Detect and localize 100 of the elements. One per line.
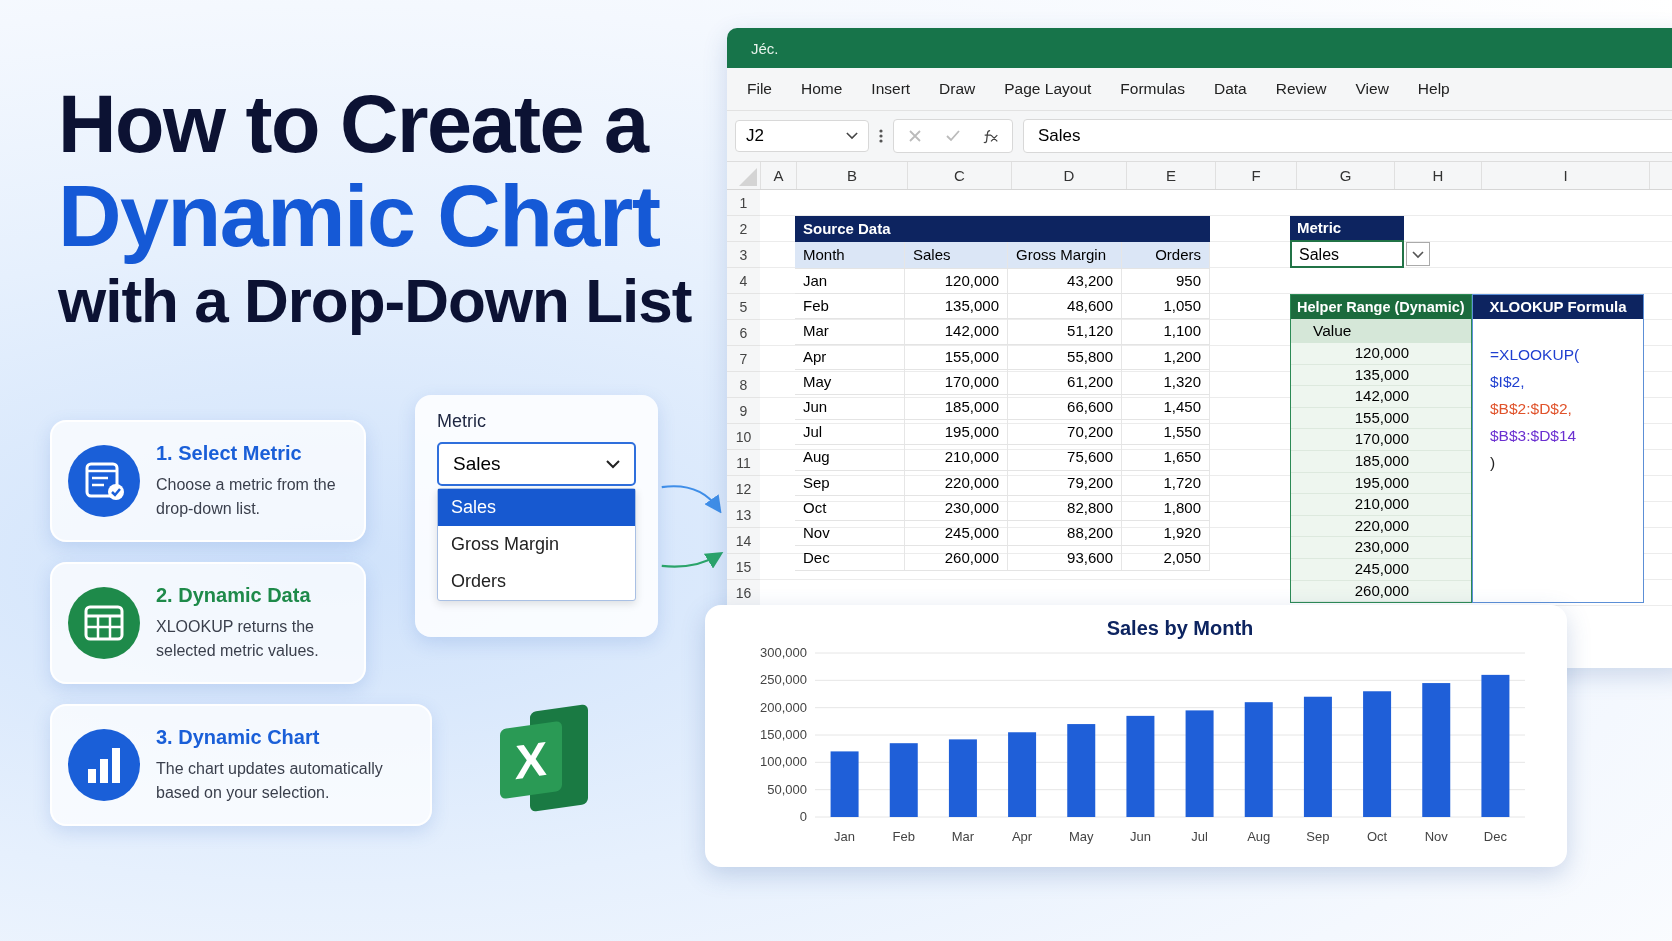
axis-label: 50,000 (767, 781, 807, 797)
table-cell: Aug (795, 445, 905, 470)
formula-text: ) (1490, 453, 1497, 473)
table-cell: 230,000 (905, 495, 1008, 520)
table-cell: 170,000 (905, 369, 1008, 394)
axis-label: Sep (1306, 829, 1330, 844)
table-cell: 75,600 (1008, 445, 1122, 470)
table-cell: 66,600 (1008, 394, 1122, 420)
table-cell: 82,800 (1008, 495, 1122, 520)
axis-label: Oct (1366, 829, 1388, 844)
axis-label: Feb (892, 829, 915, 844)
column-header[interactable]: B (796, 162, 907, 189)
function-icon[interactable] (982, 128, 1000, 144)
step-title: 3. Dynamic Chart (156, 725, 321, 749)
column-header[interactable]: D (1011, 162, 1126, 189)
column-header[interactable]: G (1296, 162, 1394, 189)
menu-item[interactable]: Page Layout (1004, 80, 1092, 98)
axis-label: Jul (1191, 829, 1208, 844)
table-cell: 185,000 (1291, 450, 1471, 473)
axis-label: Nov (1424, 829, 1448, 844)
menu-item[interactable]: Formulas (1120, 80, 1185, 98)
table-cell: 170,000 (1291, 429, 1471, 451)
step-description: XLOOKUP returns the selected metric values. (156, 616, 320, 661)
step-title: 2. Dynamic Data (156, 583, 312, 607)
column-header[interactable]: F (1215, 162, 1296, 189)
table-cell: 135,000 (905, 294, 1008, 319)
table-cell: 1,050 (1122, 294, 1210, 319)
table-cell: Feb (795, 294, 905, 319)
table-cell: 245,000 (1291, 558, 1471, 581)
table-cell: Jun (795, 394, 905, 420)
table-cell: 1,800 (1122, 495, 1210, 520)
name-box[interactable]: J2 (735, 120, 869, 152)
menu-item[interactable]: Home (801, 80, 843, 98)
column-header[interactable]: I (1481, 162, 1649, 189)
table-cell: Nov (795, 520, 905, 546)
dropdown-label: Metric (437, 411, 487, 432)
menu-item[interactable]: View (1355, 80, 1389, 98)
step-description: Choose a metric from the drop-down list. (156, 474, 337, 519)
table-cell: 1,320 (1122, 369, 1210, 394)
formula-text: =XLOOKUP( (1490, 345, 1581, 365)
axis-label: 250,000 (760, 672, 807, 688)
table-cell: Apr (795, 344, 905, 369)
metric-cell[interactable]: Sales (1290, 240, 1404, 268)
table-cell: Mar (795, 319, 905, 344)
headline-text: with a Drop-Down List (58, 265, 692, 337)
menu-item[interactable]: Data (1213, 80, 1247, 98)
formula-field[interactable]: Sales (1023, 119, 1672, 153)
window-title: Jéc. (751, 39, 779, 57)
table-cell: 230,000 (1291, 537, 1471, 559)
more-icon (879, 128, 883, 144)
table-cell: 155,000 (905, 344, 1008, 369)
axis-label: May (1068, 829, 1094, 844)
table-cell: 210,000 (1291, 494, 1471, 516)
column-header[interactable]: E (1126, 162, 1215, 189)
dropdown-option[interactable]: Sales (438, 489, 635, 526)
axis-label: 100,000 (760, 754, 807, 770)
table-cell: Jul (795, 420, 905, 445)
table-title: Source Data (795, 216, 1210, 242)
table-cell: 950 (1122, 269, 1210, 294)
table-cell: 1,100 (1122, 319, 1210, 344)
table-cell: May (795, 369, 905, 394)
confirm-icon[interactable] (944, 128, 962, 144)
dropdown-option[interactable]: Gross Margin (438, 526, 635, 563)
table-cell: 135,000 (1291, 364, 1471, 387)
table-cell: 93,600 (1008, 546, 1122, 571)
dropdown-option[interactable]: Orders (438, 563, 635, 600)
menu-item[interactable]: Draw (939, 80, 976, 98)
cancel-icon[interactable] (906, 128, 924, 144)
step-description: The chart updates automatically based on your selection. (156, 758, 384, 803)
formula-text: $I$2, (1490, 372, 1526, 392)
headline-text: Dynamic Chart (58, 170, 661, 262)
table-cell: Jan (795, 269, 905, 294)
column-heading: Gross Margin (1008, 242, 1122, 268)
axis-label: 300,000 (760, 645, 807, 660)
table-cell: Oct (795, 495, 905, 520)
axis-label: 200,000 (760, 699, 807, 715)
chart-title: Sales by Month (1106, 617, 1254, 639)
table-cell: 185,000 (905, 394, 1008, 420)
table-cell: 1,200 (1122, 344, 1210, 369)
axis-label: Dec (1483, 829, 1507, 844)
menu-item[interactable]: Review (1275, 80, 1327, 98)
axis-label: 150,000 (760, 727, 807, 742)
table-cell: 142,000 (905, 319, 1008, 344)
column-header[interactable]: H (1394, 162, 1481, 189)
table-cell: 51,120 (1008, 319, 1122, 344)
metric-dropdown[interactable]: Sales (437, 442, 636, 486)
table-cell: 120,000 (1291, 343, 1471, 365)
menu-item[interactable]: Insert (871, 80, 911, 98)
table-cell: 70,200 (1008, 420, 1122, 445)
column-header[interactable]: A (760, 162, 796, 189)
axis-label: Mar (951, 829, 975, 844)
step-title: 1. Select Metric (156, 441, 303, 465)
axis-label: Aug (1247, 829, 1271, 844)
table-cell: 48,600 (1008, 294, 1122, 319)
menu-item[interactable]: Help (1417, 80, 1450, 98)
menu-item[interactable]: File (747, 80, 772, 98)
chevron-down-icon (606, 459, 620, 469)
dropdown-button[interactable] (1406, 242, 1430, 266)
column-header[interactable]: C (907, 162, 1011, 189)
axis-label: Jun (1129, 829, 1151, 844)
